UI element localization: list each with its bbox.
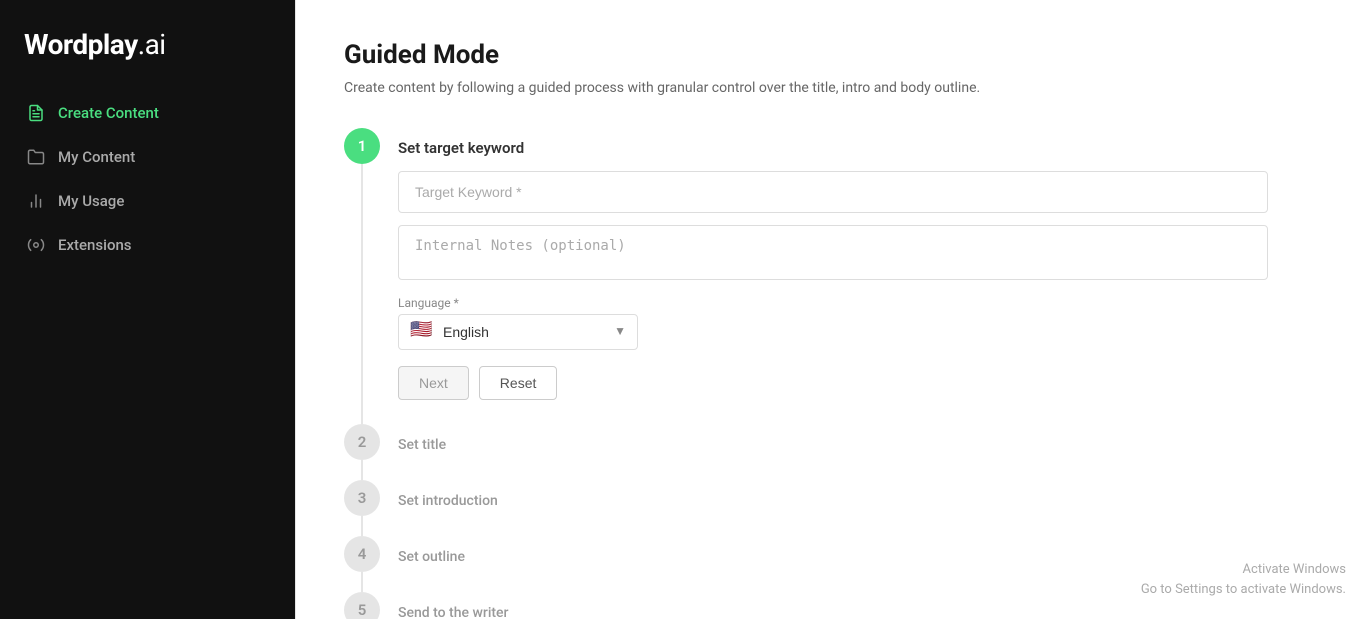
- sidebar-item-label-create: Create Content: [58, 104, 159, 122]
- steps-container: 1 Set target keyword Language *: [344, 128, 1148, 619]
- sidebar-item-label-usage: My Usage: [58, 192, 124, 210]
- step-2-wrapper: 2 Set title: [344, 424, 1148, 480]
- step-3-wrapper: 3 Set introduction: [344, 480, 1148, 536]
- step-4-wrapper: 4 Set outline: [344, 536, 1148, 592]
- step-2-line: [361, 460, 363, 480]
- step-2-right: Set title: [398, 424, 1148, 480]
- sidebar-nav: Create Content My Content My Usage Exten…: [0, 93, 295, 265]
- sidebar-item-extensions[interactable]: Extensions: [12, 225, 283, 265]
- create-content-icon: [26, 103, 46, 123]
- extensions-icon: [26, 235, 46, 255]
- step-3-line: [361, 516, 363, 536]
- step-1-line: [361, 164, 363, 424]
- step-1-number: 1: [344, 128, 380, 164]
- step-1-left: 1: [344, 128, 380, 424]
- logo-suffix: .ai: [138, 28, 166, 61]
- next-button[interactable]: Next: [398, 366, 469, 400]
- my-usage-icon: [26, 191, 46, 211]
- step-3-right: Set introduction: [398, 480, 1148, 536]
- step-4-left: 4: [344, 536, 380, 592]
- step-5-number: 5: [344, 592, 380, 619]
- step-2-left: 2: [344, 424, 380, 480]
- logo: Wordplay.ai: [24, 28, 271, 61]
- sidebar-item-my-content[interactable]: My Content: [12, 137, 283, 177]
- internal-notes-input[interactable]: [398, 225, 1268, 280]
- sidebar-item-label-extensions: Extensions: [58, 236, 132, 254]
- step-4-line: [361, 572, 363, 592]
- language-dropdown-wrapper: 🇺🇸 English Spanish French German Italian…: [398, 314, 638, 350]
- logo-main: Wordplay: [24, 28, 138, 61]
- page-title: Guided Mode: [344, 40, 1148, 70]
- my-content-icon: [26, 147, 46, 167]
- step-1-wrapper: 1 Set target keyword Language *: [344, 128, 1148, 424]
- step-1-form: Language * 🇺🇸 English Spanish French Ger…: [398, 171, 1268, 400]
- button-row: Next Reset: [398, 366, 1268, 400]
- sidebar-item-label-content: My Content: [58, 148, 135, 166]
- sidebar-item-my-usage[interactable]: My Usage: [12, 181, 283, 221]
- step-2-label: Set title: [398, 429, 1148, 453]
- step-5-label: Send to the writer: [398, 597, 1148, 619]
- language-select[interactable]: English Spanish French German Italian: [398, 314, 638, 350]
- reset-button[interactable]: Reset: [479, 366, 558, 400]
- step-4-right: Set outline: [398, 536, 1148, 592]
- step-5-wrapper: 5 Send to the writer: [344, 592, 1148, 619]
- step-4-number: 4: [344, 536, 380, 572]
- page-subtitle: Create content by following a guided pro…: [344, 80, 1148, 96]
- step-5-left: 5: [344, 592, 380, 619]
- language-field: Language * 🇺🇸 English Spanish French Ger…: [398, 296, 1268, 350]
- target-keyword-input[interactable]: [398, 171, 1268, 213]
- sidebar-item-create-content[interactable]: Create Content: [12, 93, 283, 133]
- step-1-right: Set target keyword Language * 🇺🇸 English: [398, 128, 1268, 424]
- step-3-left: 3: [344, 480, 380, 536]
- language-label: Language *: [398, 296, 1268, 310]
- step-4-label: Set outline: [398, 541, 1148, 565]
- step-2-number: 2: [344, 424, 380, 460]
- step-3-label: Set introduction: [398, 485, 1148, 509]
- step-1-label: Set target keyword: [398, 133, 1268, 157]
- logo-area: Wordplay.ai: [0, 0, 295, 93]
- sidebar: Wordplay.ai Create Content My Content My…: [0, 0, 295, 619]
- main-content: Guided Mode Create content by following …: [295, 0, 1366, 619]
- step-3-number: 3: [344, 480, 380, 516]
- step-5-right: Send to the writer: [398, 592, 1148, 619]
